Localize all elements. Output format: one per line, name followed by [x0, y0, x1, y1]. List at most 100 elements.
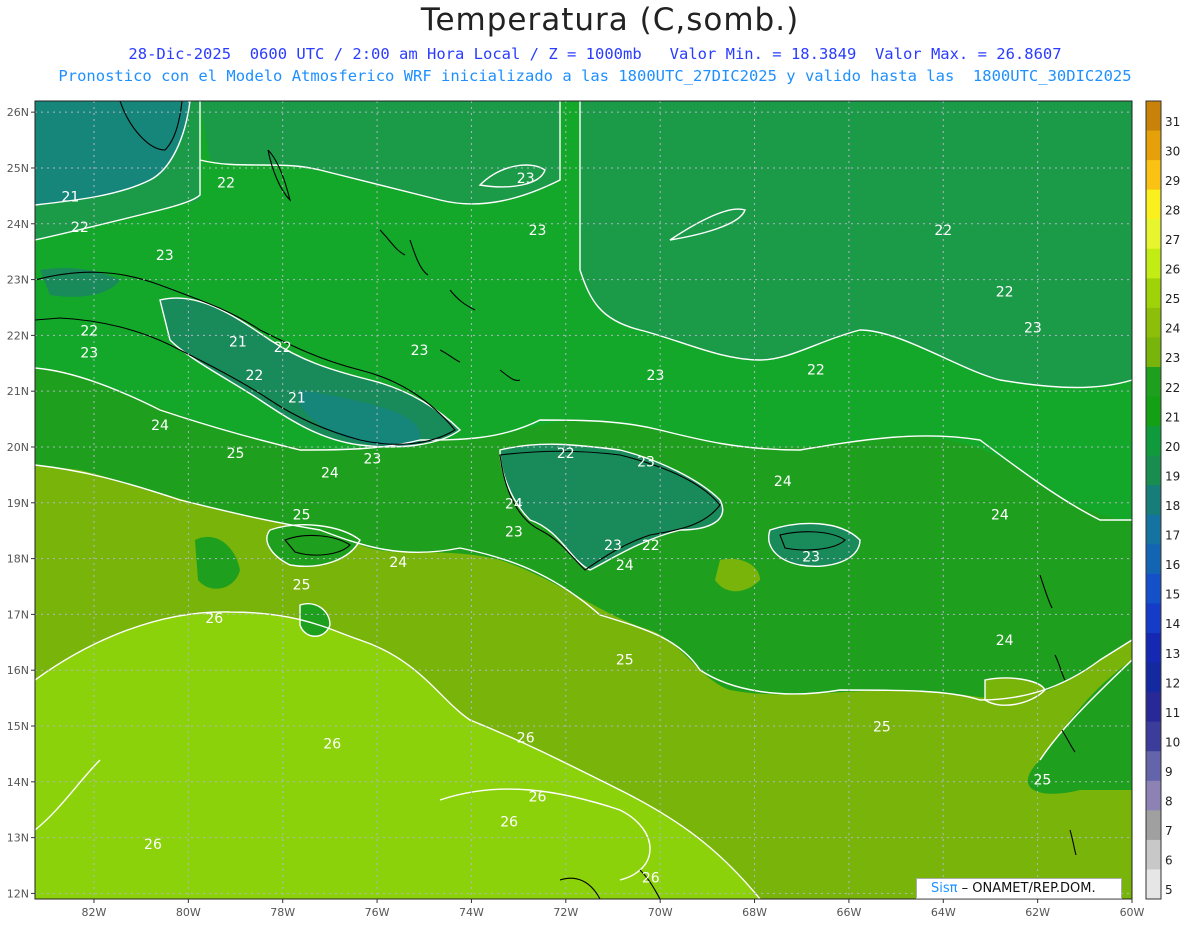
colorbar-label: 15: [1165, 588, 1180, 602]
lat-label: 24N: [7, 218, 29, 231]
contour-label: 23: [529, 223, 547, 239]
colorbar-swatch: [1146, 485, 1161, 516]
lat-label: 22N: [7, 329, 29, 342]
lat-label: 20N: [7, 441, 29, 454]
colorbar-swatch: [1146, 101, 1161, 132]
colorbar-swatch: [1146, 514, 1161, 545]
lon-label: 62W: [1025, 906, 1050, 919]
contour-label: 23: [411, 343, 429, 359]
colorbar-label: 10: [1165, 735, 1180, 749]
colorbar-label: 7: [1165, 824, 1173, 838]
contour-label: 24: [505, 496, 523, 512]
colorbar-swatch: [1146, 839, 1161, 870]
lat-label: 19N: [7, 497, 29, 510]
credit-text: – ONAMET/REP.DOM.: [957, 881, 1096, 896]
colorbar-label: 6: [1165, 854, 1173, 868]
colorbar-label: 14: [1165, 617, 1180, 631]
lat-label: 26N: [7, 106, 29, 119]
contour-label: 26: [500, 814, 518, 830]
contour-label: 23: [604, 538, 622, 554]
contour-label: 22: [217, 175, 235, 191]
contour-label: 26: [517, 731, 535, 747]
contour-label: 22: [71, 220, 89, 236]
colorbar-swatch: [1146, 721, 1161, 752]
colorbar-swatch: [1146, 780, 1161, 811]
colorbar-label: 9: [1165, 765, 1173, 779]
contour-label: 26: [144, 837, 162, 853]
colorbar: 31 30 29 28 27 26 25 24 23 22 21 20 19 18 17 16 15 14 13 12…: [1145, 100, 1180, 900]
colorbar-label: 20: [1165, 440, 1180, 454]
contour-label: 24: [991, 508, 1009, 524]
contour-label: 23: [637, 455, 655, 471]
contour-label: 22: [934, 223, 952, 239]
lon-label: 72W: [553, 906, 578, 919]
contour-label: 21: [229, 335, 247, 351]
colorbar-swatch: [1146, 869, 1161, 900]
lat-label: 13N: [7, 832, 29, 845]
lat-label: 23N: [7, 274, 29, 287]
colorbar-label: 18: [1165, 499, 1180, 513]
colorbar-label: 30: [1165, 144, 1180, 158]
contour-label: 25: [227, 446, 245, 462]
contour-label: 24: [996, 633, 1014, 649]
colorbar-label: 12: [1165, 676, 1180, 690]
lon-label: 76W: [365, 906, 390, 919]
colorbar-swatch: [1146, 544, 1161, 575]
colorbar-label: 5: [1165, 883, 1173, 897]
contour-label: 25: [616, 653, 634, 669]
colorbar-label: 26: [1165, 263, 1180, 277]
contour-label: 25: [1033, 773, 1051, 789]
lat-label: 14N: [7, 776, 29, 789]
contour-label: 22: [807, 362, 825, 378]
lon-label: 74W: [459, 906, 484, 919]
colorbar-swatch: [1146, 751, 1161, 782]
lat-label: 15N: [7, 720, 29, 733]
lat-label: 21N: [7, 385, 29, 398]
contour-label: 23: [80, 346, 98, 362]
colorbar-swatch: [1146, 603, 1161, 634]
contour-label: 22: [245, 368, 263, 384]
colorbar-label: 23: [1165, 351, 1180, 365]
longitude-axis: 82W 80W 78W 76W 74W 72W 70W 68W 66W 64W 62W 60W: [82, 899, 1145, 919]
contour-label: 24: [616, 558, 634, 574]
lat-label: 12N: [7, 887, 29, 900]
colorbar-swatch: [1146, 810, 1161, 841]
credit-box: Sisπ – ONAMET/REP.DOM.: [916, 878, 1122, 899]
contour-label: 24: [774, 474, 792, 490]
contour-label: 23: [802, 549, 820, 565]
colorbar-label: 11: [1165, 706, 1180, 720]
colorbar-label: 27: [1165, 233, 1180, 247]
colorbar-label: 25: [1165, 292, 1180, 306]
contour-label: 22: [642, 538, 660, 554]
colorbar-swatch: [1146, 248, 1161, 279]
contour-label: 24: [389, 555, 407, 571]
lat-label: 25N: [7, 162, 29, 175]
contour-label: 23: [505, 524, 523, 540]
colorbar-label: 16: [1165, 558, 1180, 572]
contour-label: 24: [321, 466, 339, 482]
colorbar-label: 19: [1165, 469, 1180, 483]
colorbar-swatch: [1146, 337, 1161, 368]
contour-label: 21: [61, 189, 79, 205]
colorbar-swatch: [1146, 160, 1161, 191]
lat-label: 16N: [7, 664, 29, 677]
colorbar-swatch: [1146, 278, 1161, 309]
colorbar-swatch: [1146, 367, 1161, 398]
colorbar-label: 22: [1165, 381, 1180, 395]
colorbar-label: 13: [1165, 647, 1180, 661]
colorbar-swatch: [1146, 189, 1161, 220]
lon-label: 60W: [1120, 906, 1145, 919]
lon-label: 70W: [648, 906, 673, 919]
colorbar-swatch: [1146, 130, 1161, 161]
lon-label: 82W: [82, 906, 107, 919]
contour-label: 25: [873, 720, 891, 736]
colorbar-label: 28: [1165, 203, 1180, 217]
colorbar-label: 31: [1165, 115, 1180, 129]
colorbar-swatch: [1146, 219, 1161, 250]
contour-label: 22: [274, 340, 292, 356]
lat-label: 17N: [7, 608, 29, 621]
colorbar-swatch: [1146, 396, 1161, 427]
contour-label: 23: [363, 452, 381, 468]
lon-label: 78W: [270, 906, 295, 919]
contour-label: 25: [293, 577, 311, 593]
